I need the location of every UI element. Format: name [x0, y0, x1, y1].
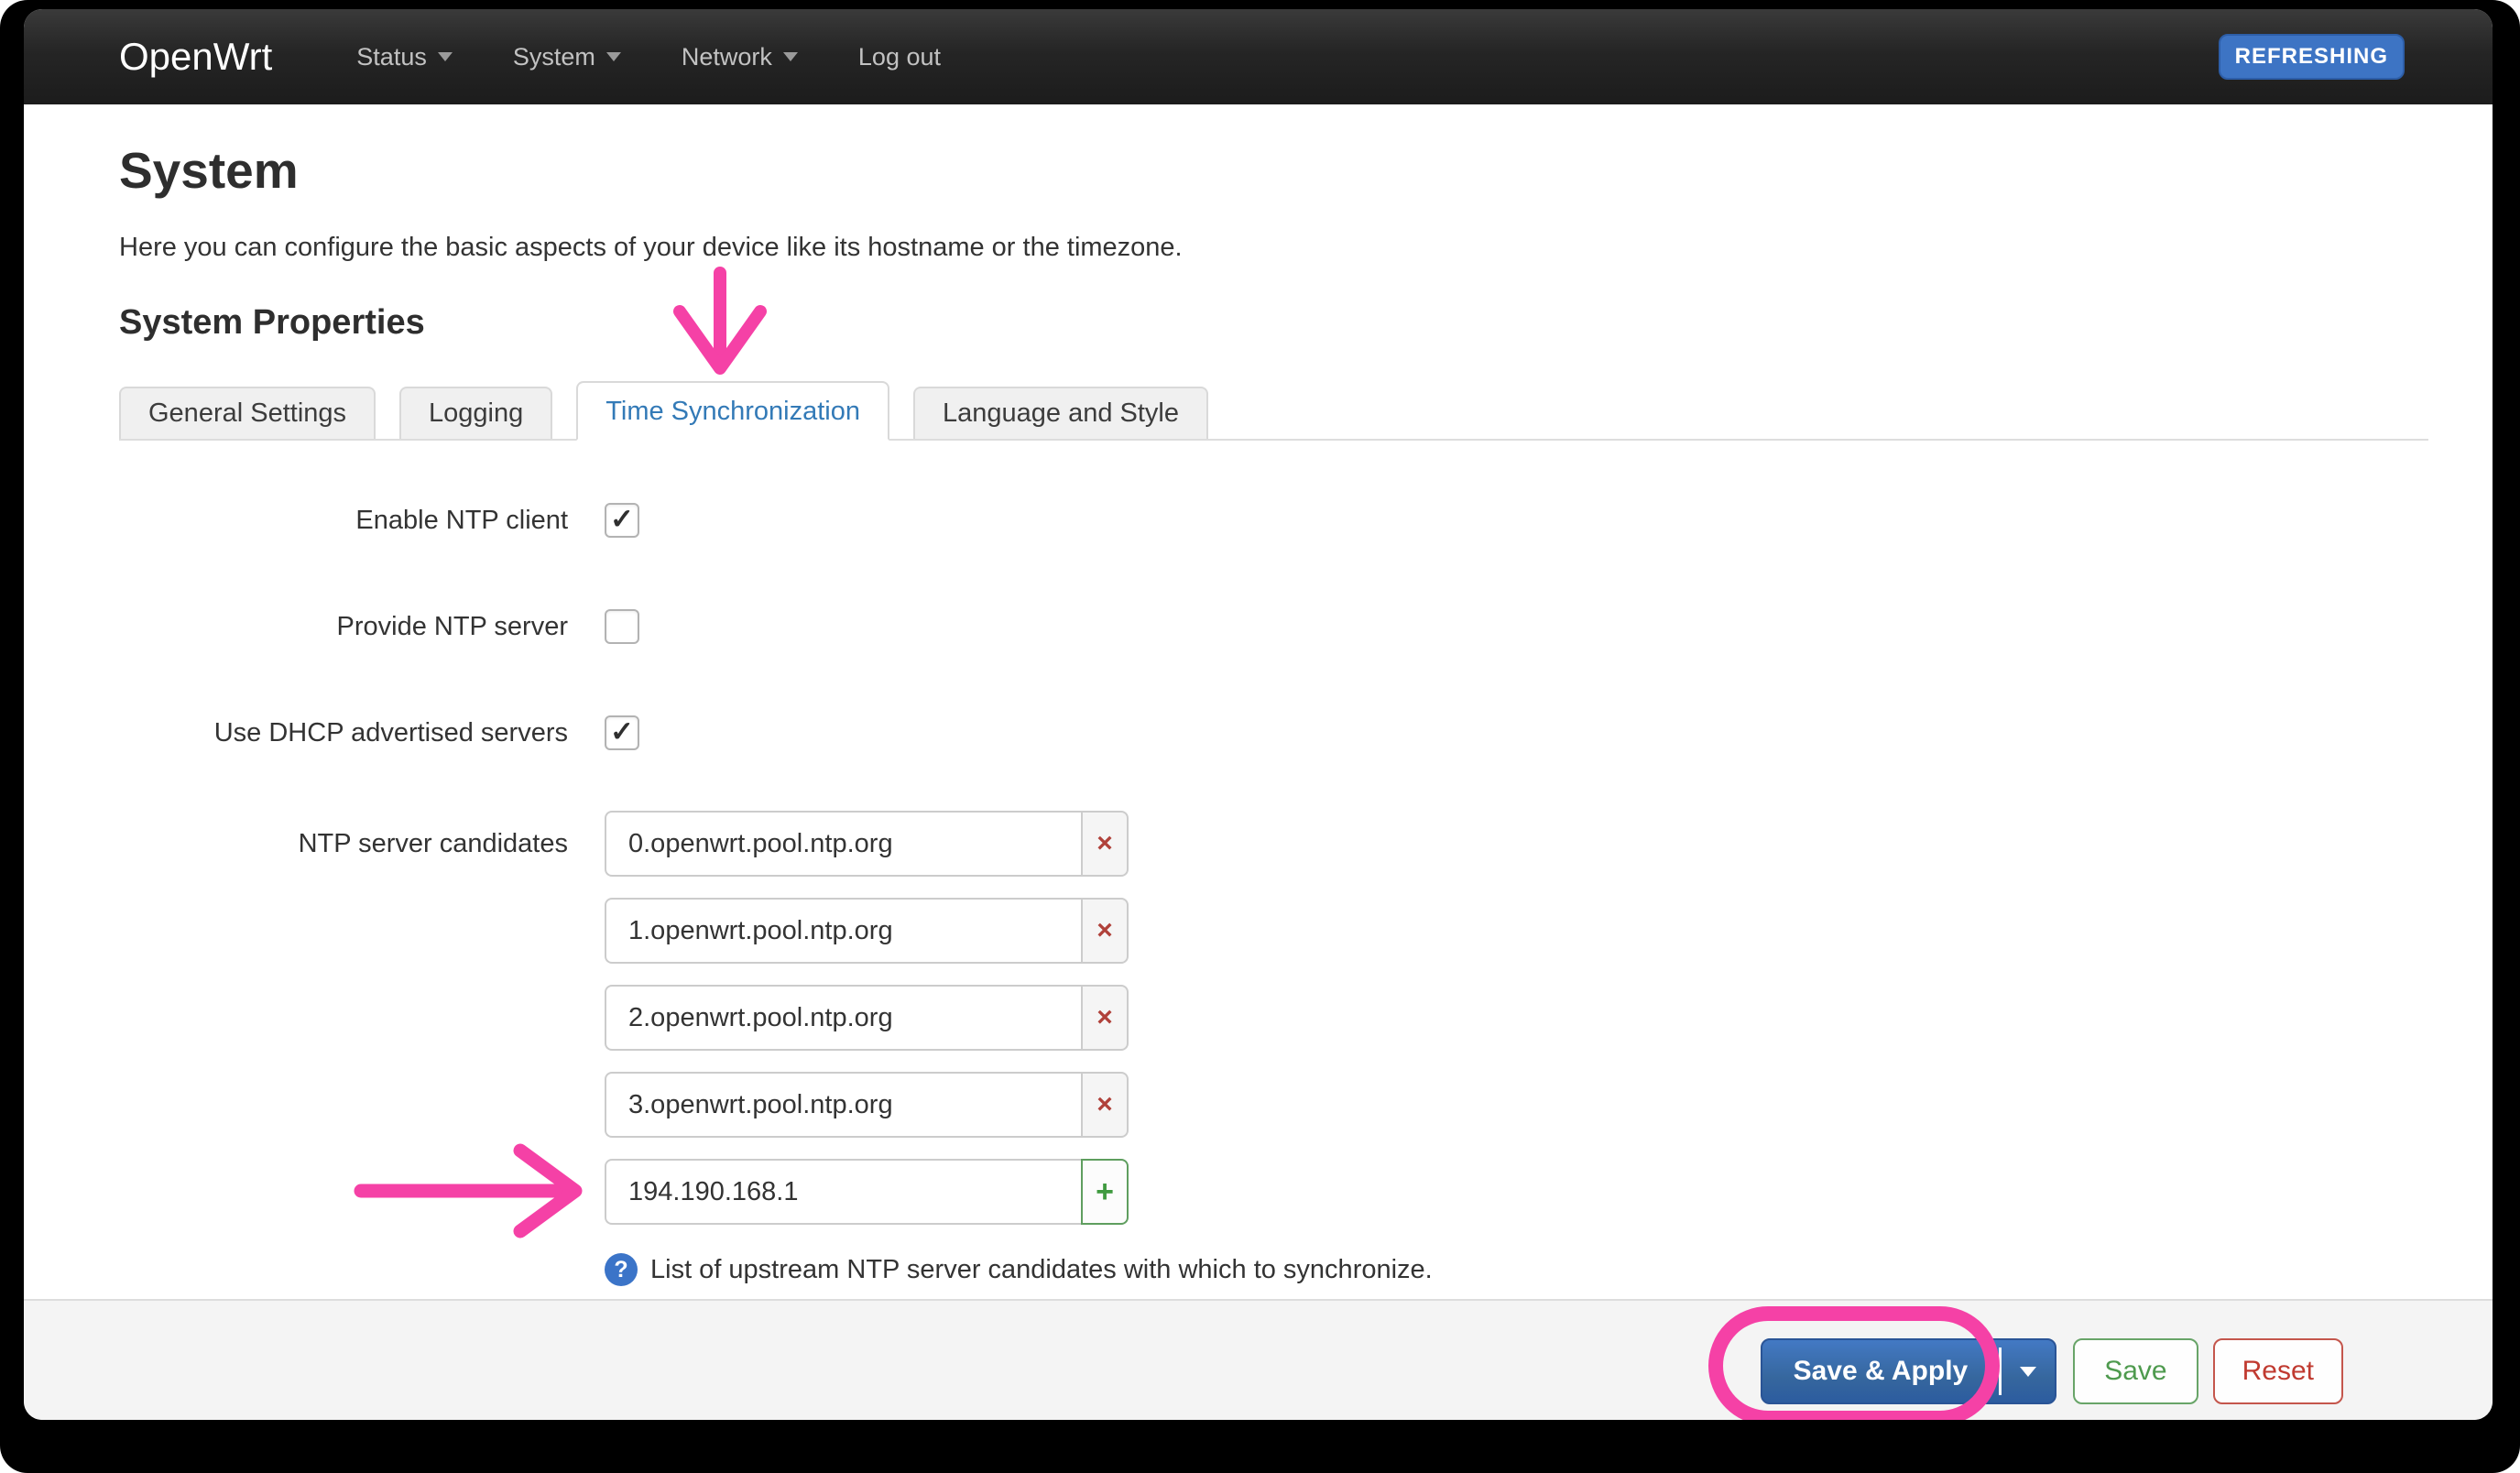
refreshing-badge: REFRESHING: [2219, 34, 2405, 80]
save-apply-button[interactable]: Save & Apply: [1762, 1340, 2000, 1402]
form-row-use-dhcp-advertised-servers: Use DHCP advertised servers ✓: [119, 715, 2428, 750]
ntp-new-entry-group: +: [605, 1159, 1433, 1225]
screenshot-frame: OpenWrt Status System Network Log out REFRE…: [0, 0, 2520, 1473]
openwrt-luci-page: OpenWrt Status System Network Log out REFRE…: [24, 9, 2493, 1420]
tab-logging[interactable]: Logging: [399, 387, 552, 439]
ntp-server-entry-group: ×: [605, 898, 1433, 964]
remove-x-icon: ×: [1096, 1002, 1113, 1033]
page-description: Here you can configure the basic aspects…: [119, 233, 2428, 263]
tab-bar: General Settings Logging Time Synchronizat…: [119, 381, 2428, 441]
tab-general-settings[interactable]: General Settings: [119, 387, 376, 439]
action-bar: Save & Apply Save Reset: [24, 1299, 2493, 1420]
caret-down-icon: [438, 52, 453, 61]
caret-down-icon: [783, 52, 798, 61]
time-sync-form: Enable NTP client ✓ Provide NTP server Use …: [119, 503, 2428, 1286]
nav-item-network[interactable]: Network: [682, 43, 798, 71]
checkbox-rows: Enable NTP client ✓ Provide NTP server Use …: [119, 503, 2428, 750]
brand-logo[interactable]: OpenWrt: [119, 35, 272, 79]
ntp-server-input-0[interactable]: [605, 811, 1081, 877]
save-button[interactable]: Save: [2073, 1338, 2198, 1404]
remove-server-button[interactable]: ×: [1081, 985, 1129, 1051]
remove-server-button[interactable]: ×: [1081, 811, 1129, 877]
ntp-server-entry-group: ×: [605, 985, 1433, 1051]
ntp-server-entry-group: ×: [605, 811, 1433, 877]
enable-ntp-client-label: Enable NTP client: [119, 506, 568, 536]
nav-item-label: System: [513, 43, 595, 71]
remove-x-icon: ×: [1096, 1089, 1113, 1120]
use-dhcp-advertised-servers-checkbox[interactable]: ✓: [605, 715, 639, 750]
reset-button[interactable]: Reset: [2213, 1338, 2343, 1404]
nav-item-label: Status: [356, 43, 427, 71]
nav-item-label: Network: [682, 43, 772, 71]
nav-item-log-out[interactable]: Log out: [858, 43, 941, 71]
main-content: System Here you can configure the basic …: [24, 104, 2493, 1286]
use-dhcp-advertised-servers-label: Use DHCP advertised servers: [119, 718, 568, 748]
checkmark-icon: ✓: [610, 717, 634, 746]
form-row-enable-ntp-client: Enable NTP client ✓: [119, 503, 2428, 538]
ntp-server-items: × × × ×: [605, 811, 1433, 1159]
ntp-candidates-row: NTP server candidates × × × × + ? List of u…: [119, 811, 2428, 1286]
page-title: System: [119, 141, 2428, 200]
help-icon: ?: [605, 1253, 638, 1286]
remove-server-button[interactable]: ×: [1081, 1072, 1129, 1138]
provide-ntp-server-checkbox[interactable]: [605, 609, 639, 644]
ntp-server-input-2[interactable]: [605, 985, 1081, 1051]
tab-language-and-style[interactable]: Language and Style: [913, 387, 1208, 439]
remove-x-icon: ×: [1096, 828, 1113, 859]
form-row-provide-ntp-server: Provide NTP server: [119, 609, 2428, 644]
ntp-help-text: List of upstream NTP server candidates w…: [650, 1255, 1433, 1285]
ntp-server-input-new[interactable]: [605, 1159, 1081, 1225]
plus-icon: +: [1096, 1174, 1114, 1210]
nav-item-system[interactable]: System: [513, 43, 621, 71]
nav-item-label: Log out: [858, 43, 941, 71]
provide-ntp-server-label: Provide NTP server: [119, 612, 568, 642]
enable-ntp-client-checkbox[interactable]: ✓: [605, 503, 639, 538]
nav-menu: Status System Network Log out: [356, 43, 1001, 71]
caret-down-icon: [606, 52, 621, 61]
checkmark-icon: ✓: [610, 505, 634, 533]
section-title: System Properties: [119, 303, 2428, 343]
tab-time-synchronization[interactable]: Time Synchronization: [576, 381, 889, 441]
add-server-button[interactable]: +: [1081, 1159, 1129, 1225]
ntp-candidates-label: NTP server candidates: [119, 811, 568, 859]
top-navbar: OpenWrt Status System Network Log out REFRE…: [24, 9, 2493, 104]
ntp-server-entry-group: ×: [605, 1072, 1433, 1138]
save-apply-dropdown-button[interactable]: [2002, 1340, 2055, 1402]
caret-down-icon: [2020, 1367, 2036, 1377]
ntp-candidates-list: × × × × + ? List of upstream NTP server can…: [605, 811, 1433, 1286]
remove-server-button[interactable]: ×: [1081, 898, 1129, 964]
ntp-help-row: ? List of upstream NTP server candidates…: [605, 1253, 1433, 1286]
ntp-server-input-3[interactable]: [605, 1072, 1081, 1138]
nav-item-status[interactable]: Status: [356, 43, 453, 71]
ntp-server-input-1[interactable]: [605, 898, 1081, 964]
save-apply-split-button: Save & Apply: [1761, 1338, 2057, 1404]
remove-x-icon: ×: [1096, 915, 1113, 946]
